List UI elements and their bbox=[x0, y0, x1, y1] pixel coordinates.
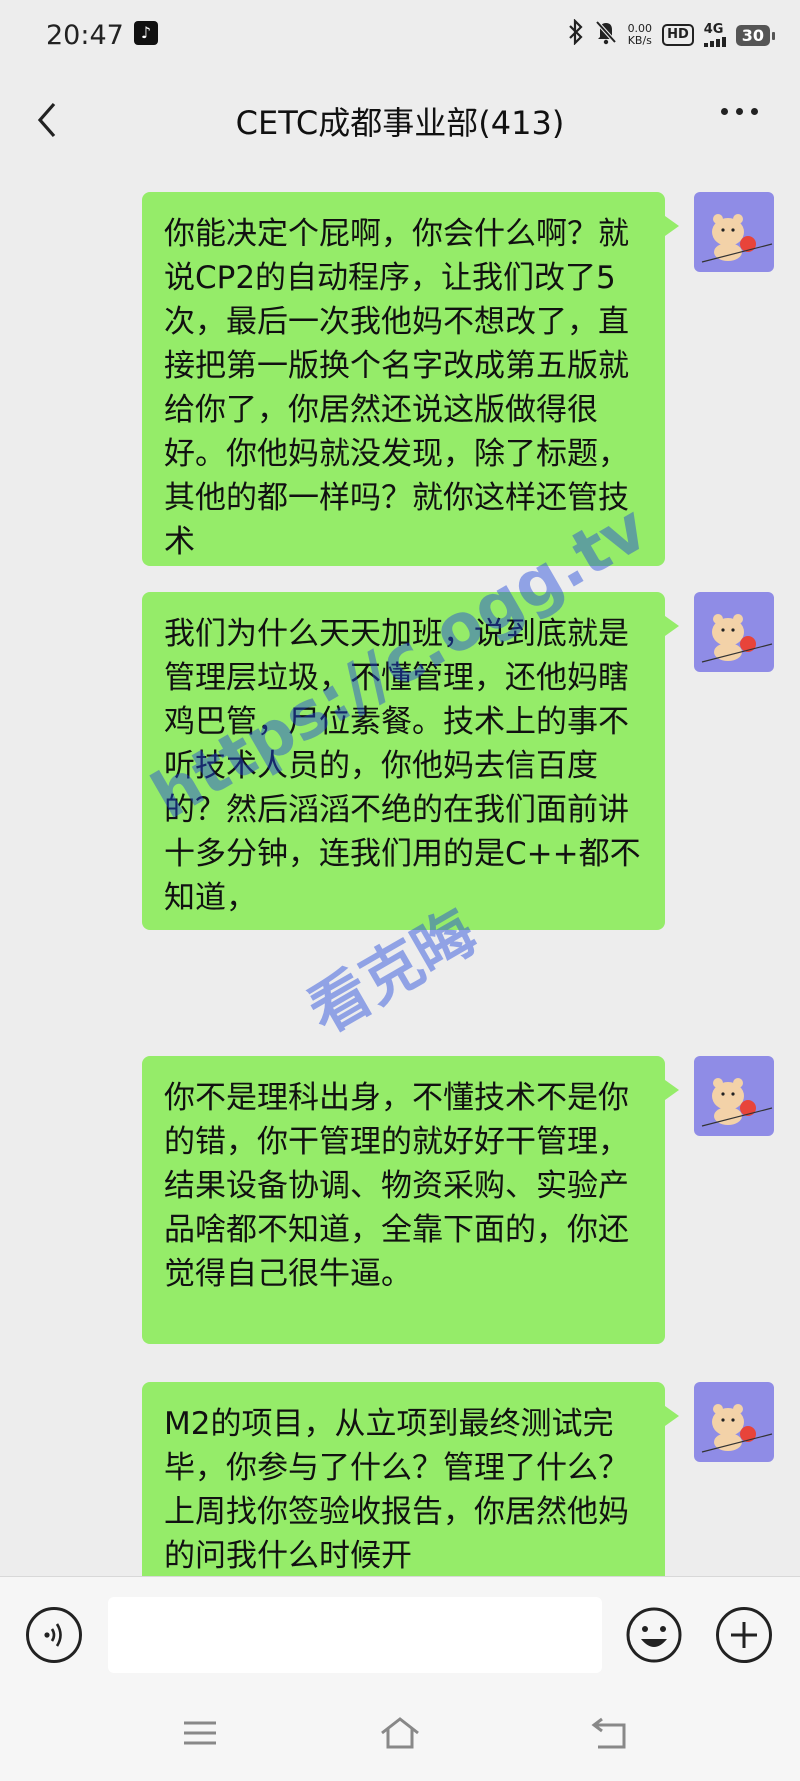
avatar[interactable] bbox=[694, 192, 774, 272]
menu-button[interactable] bbox=[178, 1713, 222, 1753]
message-bubble[interactable]: 你不是理科出身，不懂技术不是你的错，你干管理的就好好干管理，结果设备协调、物资采… bbox=[142, 1056, 679, 1344]
emoji-button[interactable] bbox=[626, 1607, 682, 1663]
message-bubble[interactable]: 你能决定个屁啊，你会什么啊？就说CP2的自动程序，让我们改了5次，最后一次我他妈… bbox=[142, 192, 679, 566]
voice-button[interactable] bbox=[26, 1607, 82, 1663]
bear-avatar-icon bbox=[701, 1404, 773, 1453]
back-icon bbox=[591, 1717, 626, 1749]
more-button[interactable] bbox=[721, 108, 758, 115]
plus-button[interactable] bbox=[716, 1607, 772, 1663]
net-speed-unit: KB/s bbox=[627, 34, 652, 47]
home-icon bbox=[381, 1717, 419, 1749]
emoji-icon bbox=[626, 1607, 682, 1663]
status-bar: 20:47 ♪ 0.00 KB/s HD 4G 30 bbox=[0, 0, 800, 72]
more-dots-icon bbox=[721, 108, 728, 115]
network-type: 4G bbox=[703, 22, 724, 37]
message-input[interactable] bbox=[108, 1597, 602, 1673]
bluetooth-icon bbox=[568, 18, 584, 51]
battery-icon: 30 bbox=[735, 24, 776, 46]
mute-icon bbox=[594, 19, 618, 51]
bear-avatar-icon bbox=[701, 214, 773, 263]
avatar[interactable] bbox=[694, 1382, 774, 1462]
plus-icon bbox=[731, 1622, 757, 1648]
input-bar bbox=[0, 1576, 800, 1692]
message-text: 我们为什么天天加班，说到底就是管理层垃圾，不懂管理，还他妈瞎鸡巴管，尸位素餐。技… bbox=[142, 592, 679, 930]
message-bubble[interactable]: 我们为什么天天加班，说到底就是管理层垃圾，不懂管理，还他妈瞎鸡巴管，尸位素餐。技… bbox=[142, 592, 679, 930]
message-list[interactable]: 你能决定个屁啊，你会什么啊？就说CP2的自动程序，让我们改了5次，最后一次我他妈… bbox=[0, 168, 800, 1576]
avatar[interactable] bbox=[694, 592, 774, 672]
signal-bars-icon bbox=[703, 37, 726, 47]
status-time: 20:47 bbox=[46, 20, 124, 51]
chat-header: CETC成都事业部(413) bbox=[0, 72, 800, 168]
bear-avatar-icon bbox=[701, 1078, 773, 1127]
message-bubble[interactable]: M2的项目，从立项到最终测试完毕，你参与了什么？管理了什么？上周找你签验收报告，… bbox=[142, 1382, 679, 1576]
chat-title: CETC成都事业部(413) bbox=[235, 104, 565, 142]
tiktok-icon: ♪ bbox=[134, 21, 158, 45]
signal-indicator: 4G bbox=[703, 22, 726, 47]
hd-badge: HD bbox=[662, 24, 694, 46]
status-indicators: 0.00 KB/s HD 4G 30 bbox=[568, 18, 776, 52]
avatar[interactable] bbox=[694, 1056, 774, 1136]
system-nav-bar bbox=[0, 1691, 800, 1781]
message-text: 你不是理科出身，不懂技术不是你的错，你干管理的就好好干管理，结果设备协调、物资采… bbox=[142, 1056, 679, 1344]
message-text: M2的项目，从立项到最终测试完毕，你参与了什么？管理了什么？上周找你签验收报告，… bbox=[142, 1382, 679, 1576]
more-dot bbox=[736, 108, 743, 115]
home-button[interactable] bbox=[378, 1713, 422, 1753]
net-speed: 0.00 KB/s bbox=[628, 23, 653, 47]
bear-avatar-icon bbox=[701, 614, 773, 663]
menu-icon bbox=[184, 1721, 216, 1745]
system-back-button[interactable] bbox=[588, 1713, 632, 1753]
more-dot bbox=[751, 108, 758, 115]
message-text: 你能决定个屁啊，你会什么啊？就说CP2的自动程序，让我们改了5次，最后一次我他妈… bbox=[142, 192, 679, 566]
voice-icon bbox=[44, 1623, 62, 1647]
